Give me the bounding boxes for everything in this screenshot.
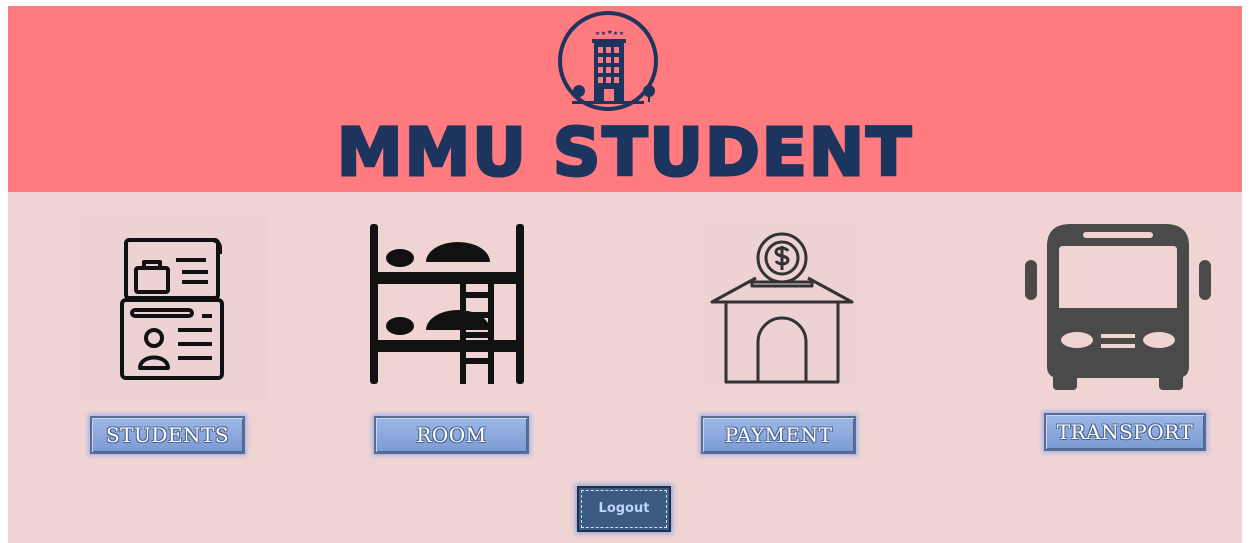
- logout-button[interactable]: Logout: [577, 486, 671, 532]
- bunk-bed-icon[interactable]: [366, 220, 536, 390]
- app-window: MMU STUDENT STUDENTS ROOM PAYMENT TRANSP…: [8, 6, 1242, 543]
- payment-house-icon[interactable]: [702, 224, 862, 384]
- student-id-card-icon[interactable]: [78, 210, 268, 400]
- transport-button[interactable]: TRANSPORT: [1044, 413, 1206, 451]
- payment-button[interactable]: PAYMENT: [701, 416, 856, 454]
- students-button[interactable]: STUDENTS: [90, 416, 245, 454]
- hotel-building-icon: [558, 11, 658, 111]
- app-title: MMU STUDENT: [335, 114, 914, 191]
- bus-icon[interactable]: [1023, 216, 1213, 396]
- room-button[interactable]: ROOM: [374, 416, 529, 454]
- header-banner: MMU STUDENT: [8, 6, 1242, 192]
